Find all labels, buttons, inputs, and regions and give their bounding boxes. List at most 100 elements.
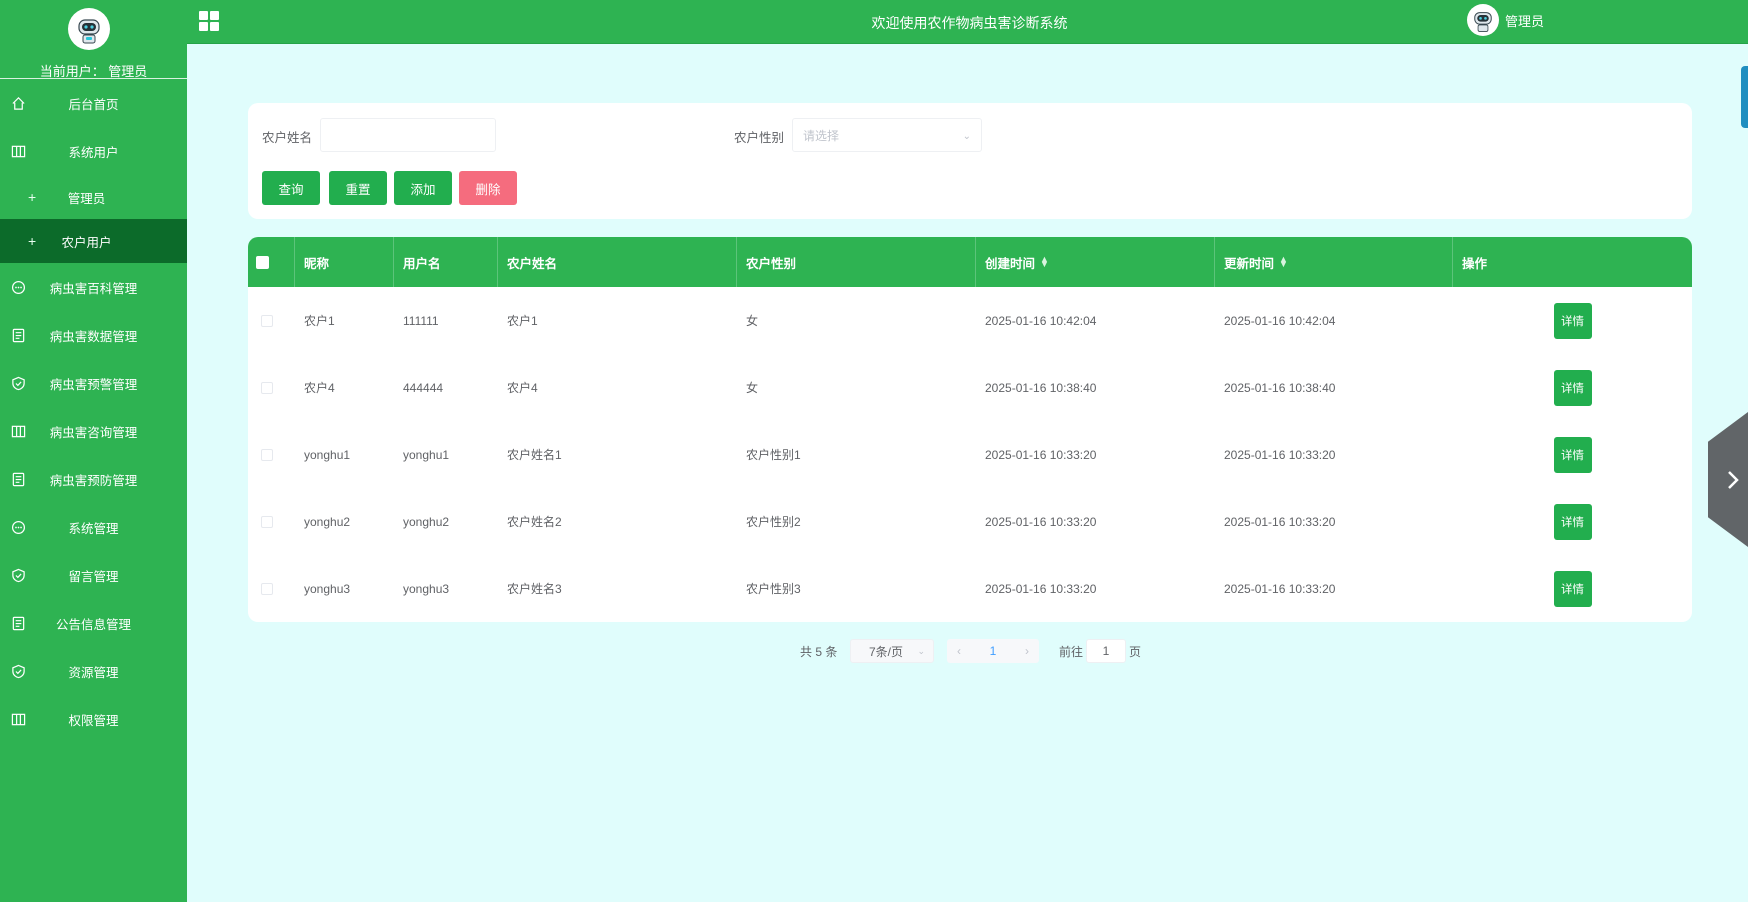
- page-size-select[interactable]: 7条/页 ⌄: [850, 639, 934, 663]
- row-checkbox[interactable]: [261, 381, 273, 394]
- cell-created: 2025-01-16 10:33:20: [985, 581, 1097, 596]
- sidebar-item-label: 系统用户: [68, 145, 119, 160]
- sidebar-item[interactable]: 病虫害百科管理: [0, 263, 187, 311]
- row-checkbox[interactable]: [261, 448, 273, 461]
- col-created-time-label: 创建时间: [985, 256, 1036, 271]
- cell-gender: 农户性别1: [746, 448, 801, 462]
- sidebar-item-label: 资源管理: [68, 665, 119, 680]
- sidebar-item[interactable]: 系统管理: [0, 503, 187, 551]
- select-all-checkbox[interactable]: [256, 255, 269, 269]
- sidebar-item-label: 公告信息管理: [55, 617, 131, 632]
- sidebar: 当前用户： 管理员 后台首页系统用户 + 管理员 + 农户用户病虫害百科管理病虫害数据管…: [0, 0, 187, 902]
- cell-username: yonghu1: [403, 447, 450, 462]
- current-user-label: 当前用户： 管理员: [39, 64, 148, 79]
- sidebar-item[interactable]: + 管理员: [0, 175, 187, 219]
- detail-button[interactable]: 详情: [1553, 570, 1592, 607]
- sidebar-item[interactable]: 病虫害咨询管理: [0, 407, 187, 455]
- right-edge-tab[interactable]: [1741, 66, 1748, 128]
- sidebar-item[interactable]: 病虫害数据管理: [0, 311, 187, 359]
- sidebar-item[interactable]: 权限管理: [0, 695, 187, 743]
- query-button[interactable]: 查询: [262, 171, 320, 205]
- next-page-icon[interactable]: ›: [1025, 644, 1029, 658]
- col-updated-time[interactable]: 更新时间 ▲ ▼: [1215, 237, 1453, 287]
- col-actions: 操作: [1462, 256, 1488, 271]
- sidebar-item[interactable]: 资源管理: [0, 647, 187, 695]
- select-all-checkbox-cell: [248, 237, 295, 287]
- document-icon: [10, 327, 26, 343]
- col-nickname: 昵称: [295, 237, 394, 287]
- cell-created: 2025-01-16 10:42:04: [985, 313, 1097, 328]
- current-page[interactable]: 1: [990, 644, 997, 658]
- cell-name: 农户1: [507, 314, 538, 328]
- sidebar-item[interactable]: 后台首页: [0, 79, 187, 127]
- drawer-toggle[interactable]: [1708, 412, 1748, 547]
- cell-nickname: yonghu3: [304, 581, 351, 596]
- sidebar-item-label: 权限管理: [68, 713, 119, 728]
- row-checkbox-cell: [248, 488, 295, 555]
- sidebar-item[interactable]: 系统用户: [0, 127, 187, 175]
- topbar: 欢迎使用农作物病虫害诊断系统 管理员: [187, 0, 1748, 44]
- row-checkbox-cell: [248, 354, 295, 421]
- sidebar-item[interactable]: 病虫害预防管理: [0, 455, 187, 503]
- row-checkbox[interactable]: [261, 314, 273, 327]
- delete-button[interactable]: 删除: [459, 171, 517, 205]
- plus-icon: +: [28, 189, 37, 205]
- goto-page-input[interactable]: 1: [1086, 639, 1126, 663]
- robot-avatar-icon: [68, 8, 110, 50]
- row-checkbox[interactable]: [261, 582, 273, 595]
- farmer-name-input[interactable]: [320, 118, 496, 152]
- table-row: yonghu3 yonghu3 农户姓名3 农户性别3 2025-01-16 10:33…: [248, 555, 1692, 622]
- chevron-down-icon: ⌄: [917, 646, 925, 656]
- plus-icon: +: [28, 233, 37, 249]
- detail-button[interactable]: 详情: [1553, 436, 1592, 473]
- shield-check-icon: [10, 567, 26, 583]
- document-icon: [10, 471, 26, 487]
- chevron-right-icon: [1728, 470, 1739, 489]
- detail-button[interactable]: 详情: [1553, 302, 1592, 339]
- row-checkbox-cell: [248, 555, 295, 622]
- sidebar-header: 当前用户： 管理员: [0, 0, 187, 79]
- table-row: yonghu2 yonghu2 农户姓名2 农户性别2 2025-01-16 10:33…: [248, 488, 1692, 555]
- cell-updated: 2025-01-16 10:33:20: [1224, 581, 1336, 596]
- row-checkbox-cell: [248, 287, 295, 354]
- add-button[interactable]: 添加: [394, 171, 452, 205]
- pagination-total: 共 5 条: [800, 645, 838, 659]
- page-suffix-label: 页: [1129, 645, 1142, 659]
- reset-button[interactable]: 重置: [329, 171, 387, 205]
- prev-page-icon[interactable]: ‹: [957, 644, 961, 658]
- sort-icon[interactable]: ▲ ▼: [1040, 255, 1049, 269]
- detail-button[interactable]: 详情: [1553, 503, 1592, 540]
- sidebar-item[interactable]: + 农户用户: [0, 219, 187, 263]
- sidebar-item-label: 系统管理: [68, 521, 119, 536]
- sidebar-item[interactable]: 病虫害预警管理: [0, 359, 187, 407]
- sort-icon[interactable]: ▲ ▼: [1279, 255, 1288, 269]
- farmer-table: 昵称 用户名 农户姓名 农户性别 创建时间 ▲ ▼ 更新时间 ▲ ▼ 操作 农户1 1…: [248, 237, 1692, 622]
- col-username: 用户名: [394, 237, 498, 287]
- cell-nickname: 农户4: [304, 381, 335, 395]
- cell-name: 农户姓名1: [507, 448, 562, 462]
- shield-check-icon: [10, 375, 26, 391]
- table-row: 农户4 444444 农户4 女 2025-01-16 10:38:40 2025-01-…: [248, 354, 1692, 421]
- sidebar-item[interactable]: 留言管理: [0, 551, 187, 599]
- cell-name: 农户姓名3: [507, 582, 562, 596]
- sidebar-item-label: 病虫害百科管理: [49, 281, 138, 296]
- cell-updated: 2025-01-16 10:33:20: [1224, 447, 1336, 462]
- cell-gender: 农户性别3: [746, 582, 801, 596]
- detail-button[interactable]: 详情: [1553, 369, 1592, 406]
- cell-created: 2025-01-16 10:38:40: [985, 380, 1097, 395]
- document-icon: [10, 615, 26, 631]
- columns-icon: [10, 143, 26, 159]
- cell-name: 农户4: [507, 381, 538, 395]
- cell-updated: 2025-01-16 10:33:20: [1224, 514, 1336, 529]
- row-checkbox[interactable]: [261, 515, 273, 528]
- home-icon: [10, 95, 26, 111]
- farmer-gender-select[interactable]: 请选择 ⌄: [792, 118, 982, 152]
- row-checkbox-cell: [248, 421, 295, 488]
- user-menu[interactable]: 管理员: [1467, 4, 1544, 36]
- cell-created: 2025-01-16 10:33:20: [985, 514, 1097, 529]
- farmer-gender-label: 农户性别: [734, 131, 785, 145]
- col-created-time[interactable]: 创建时间 ▲ ▼: [976, 237, 1215, 287]
- sidebar-item[interactable]: 公告信息管理: [0, 599, 187, 647]
- columns-icon: [10, 423, 26, 439]
- cell-username: 444444: [403, 380, 444, 395]
